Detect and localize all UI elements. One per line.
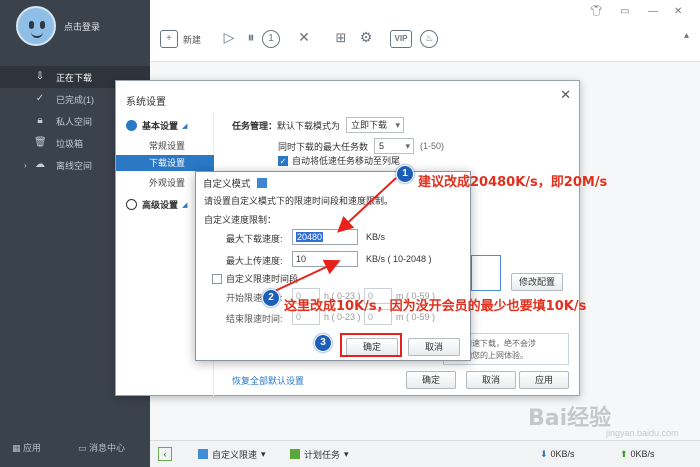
watermark-url: jingyan.baidu.com [606,428,679,438]
watermark-logo: Bai经验 [528,406,612,431]
annotation-marker-2: 2 [262,289,280,307]
annotation-marker-1: 1 [396,165,414,183]
annotation-marker-3: 3 [314,334,332,352]
arrow-1 [337,177,397,233]
ok-highlight [340,333,402,357]
annotation-arrows [261,177,397,298]
annotation-text-2: 这里改成10K/s，因为没开会员的最少也要填10K/s [284,299,587,314]
annotation-text-1: 建议改成20480K/s，即20M/s [418,175,608,190]
